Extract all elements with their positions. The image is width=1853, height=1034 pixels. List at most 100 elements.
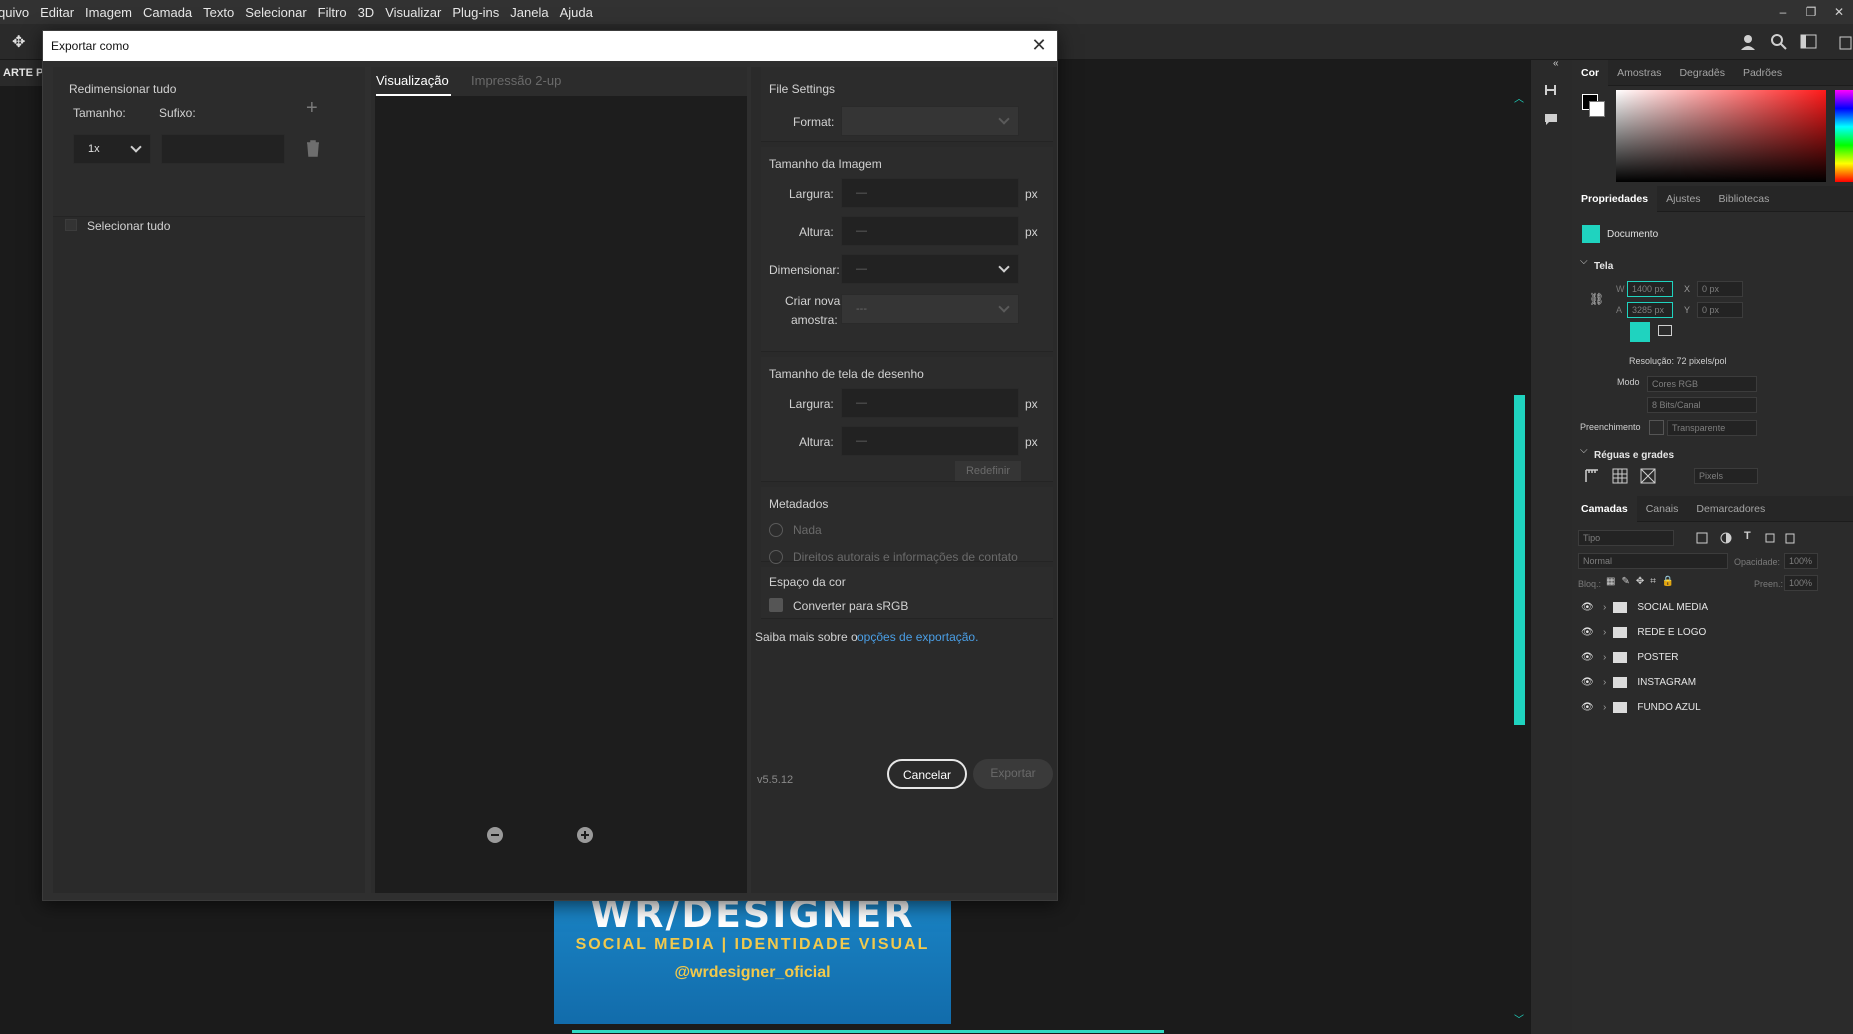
eye-icon[interactable]: 👁 bbox=[1581, 677, 1595, 688]
add-scale-icon[interactable]: + bbox=[306, 97, 318, 120]
rulers-icon[interactable] bbox=[1584, 468, 1600, 484]
history-icon[interactable] bbox=[1543, 82, 1559, 98]
chevron-right-icon[interactable]: › bbox=[1603, 627, 1606, 638]
filter-type-icon[interactable]: T bbox=[1744, 530, 1751, 542]
menu-help[interactable]: Ajuda bbox=[560, 5, 593, 20]
cancel-button[interactable]: Cancelar bbox=[887, 759, 967, 789]
tab-properties[interactable]: Propriedades bbox=[1572, 185, 1658, 212]
share-icon[interactable] bbox=[1838, 34, 1853, 50]
chevron-right-icon[interactable]: › bbox=[1603, 602, 1606, 613]
layer-row[interactable]: 👁 › REDE E LOGO bbox=[1572, 620, 1853, 645]
link-dimensions-icon[interactable]: ⛓ bbox=[1589, 292, 1604, 306]
preview-area[interactable] bbox=[375, 96, 747, 893]
close-icon[interactable]: ✕ bbox=[1029, 35, 1049, 55]
tab-adjustments[interactable]: Ajustes bbox=[1657, 186, 1709, 212]
tab-color[interactable]: Cor bbox=[1572, 59, 1609, 86]
resample-select[interactable]: --- bbox=[841, 294, 1019, 324]
workspace-icon[interactable] bbox=[1800, 34, 1818, 50]
suffix-input[interactable] bbox=[161, 134, 285, 164]
eye-icon[interactable]: 👁 bbox=[1581, 602, 1595, 613]
export-button[interactable]: Exportar bbox=[973, 759, 1053, 789]
export-options-link[interactable]: opções de exportação. bbox=[857, 630, 978, 644]
tab-preview[interactable]: Visualização bbox=[376, 73, 449, 88]
menu-view[interactable]: Visualizar bbox=[385, 5, 441, 20]
filter-adjustment-icon[interactable] bbox=[1720, 532, 1732, 544]
metadata-none-radio[interactable] bbox=[769, 523, 783, 537]
menu-image[interactable]: Imagem bbox=[85, 5, 132, 20]
color-picker-field[interactable] bbox=[1616, 90, 1826, 182]
filter-image-icon[interactable] bbox=[1696, 532, 1708, 544]
scale-select[interactable]: 1x bbox=[73, 134, 151, 164]
canvas-x-field[interactable]: 0 px bbox=[1697, 281, 1743, 297]
bit-depth-select[interactable]: 8 Bits/Canal bbox=[1647, 397, 1757, 413]
fill-swatch[interactable] bbox=[1649, 420, 1664, 435]
eye-icon[interactable]: 👁 bbox=[1581, 652, 1595, 663]
tab-layers[interactable]: Camadas bbox=[1572, 495, 1637, 522]
menu-select[interactable]: Selecionar bbox=[245, 5, 306, 20]
menu-window[interactable]: Janela bbox=[510, 5, 548, 20]
select-all-checkbox[interactable] bbox=[65, 219, 77, 231]
image-height-input[interactable]: — bbox=[841, 216, 1019, 246]
canvas-height-input[interactable]: — bbox=[841, 426, 1019, 456]
menu-layer[interactable]: Camada bbox=[143, 5, 192, 20]
grid-icon[interactable] bbox=[1612, 468, 1628, 484]
move-tool-icon[interactable]: ✥ bbox=[12, 32, 25, 52]
tab-swatches[interactable]: Amostras bbox=[1608, 60, 1670, 86]
metadata-copyright-radio[interactable] bbox=[769, 550, 783, 564]
close-window-button[interactable]: ✕ bbox=[1825, 5, 1853, 19]
convert-srgb-checkbox[interactable] bbox=[769, 598, 783, 612]
menu-plugins[interactable]: Plug-ins bbox=[452, 5, 499, 20]
guides-icon[interactable] bbox=[1640, 468, 1656, 484]
menu-file[interactable]: quivo bbox=[0, 5, 29, 20]
eye-icon[interactable]: 👁 bbox=[1581, 702, 1595, 713]
scroll-up-icon[interactable]: ︿ bbox=[1514, 90, 1524, 105]
scrollbar-thumb[interactable] bbox=[1514, 395, 1525, 725]
trash-icon[interactable] bbox=[306, 140, 320, 157]
canvas-width-field[interactable]: 1400 px bbox=[1627, 281, 1673, 297]
menu-edit[interactable]: Editar bbox=[40, 5, 74, 20]
format-select[interactable] bbox=[841, 106, 1019, 136]
tab-gradients[interactable]: Degradês bbox=[1670, 60, 1734, 86]
tab-2up[interactable]: Impressão 2-up bbox=[471, 73, 561, 88]
scale-dropdown[interactable]: — bbox=[841, 254, 1019, 284]
landscape-orientation-icon[interactable] bbox=[1658, 325, 1672, 336]
portrait-orientation-icon[interactable] bbox=[1630, 322, 1650, 342]
canvas-width-input[interactable]: — bbox=[841, 388, 1019, 418]
tab-patterns[interactable]: Padrões bbox=[1734, 60, 1791, 86]
tab-libraries[interactable]: Bibliotecas bbox=[1710, 186, 1779, 212]
collapse-panels-icon[interactable]: « bbox=[1553, 58, 1559, 69]
chevron-down-icon[interactable]: ⌵ bbox=[1580, 256, 1588, 267]
menu-type[interactable]: Texto bbox=[203, 5, 234, 20]
account-icon[interactable] bbox=[1740, 33, 1758, 51]
chevron-right-icon[interactable]: › bbox=[1603, 652, 1606, 663]
fill-select[interactable]: Transparente bbox=[1667, 420, 1757, 436]
image-width-input[interactable]: — bbox=[841, 178, 1019, 208]
zoom-in-icon[interactable] bbox=[577, 827, 593, 843]
tab-channels[interactable]: Canais bbox=[1637, 496, 1688, 522]
blend-mode-select[interactable]: Normal bbox=[1578, 553, 1728, 569]
minimize-button[interactable]: – bbox=[1769, 5, 1797, 19]
document-tab[interactable]: ARTE PA bbox=[0, 60, 45, 86]
filter-shape-icon[interactable] bbox=[1764, 532, 1776, 544]
search-icon[interactable] bbox=[1770, 33, 1788, 51]
opacity-field[interactable]: 100% bbox=[1784, 553, 1818, 569]
scroll-down-icon[interactable]: ﹀ bbox=[1514, 1011, 1524, 1026]
reset-button[interactable]: Redefinir bbox=[955, 461, 1021, 481]
hue-slider[interactable] bbox=[1835, 90, 1853, 182]
restore-button[interactable]: ❐ bbox=[1797, 5, 1825, 19]
layer-row[interactable]: 👁 › SOCIAL MEDIA bbox=[1572, 595, 1853, 620]
layer-row[interactable]: 👁 › INSTAGRAM bbox=[1572, 670, 1853, 695]
chevron-right-icon[interactable]: › bbox=[1603, 702, 1606, 713]
menu-filter[interactable]: Filtro bbox=[318, 5, 347, 20]
zoom-out-icon[interactable] bbox=[487, 827, 503, 843]
comments-icon[interactable] bbox=[1543, 112, 1559, 128]
layer-row[interactable]: 👁 › POSTER bbox=[1572, 645, 1853, 670]
filter-smart-object-icon[interactable] bbox=[1784, 532, 1796, 544]
layer-row[interactable]: 👁 › FUNDO AZUL bbox=[1572, 695, 1853, 720]
canvas-y-field[interactable]: 0 px bbox=[1697, 302, 1743, 318]
menu-3d[interactable]: 3D bbox=[358, 5, 375, 20]
chevron-right-icon[interactable]: › bbox=[1603, 677, 1606, 688]
lock-icons[interactable]: ▦✎✥⌗🔒 bbox=[1606, 576, 1680, 587]
chevron-down-icon[interactable]: ⌵ bbox=[1580, 445, 1588, 456]
fill-opacity-field[interactable]: 100% bbox=[1784, 575, 1818, 591]
